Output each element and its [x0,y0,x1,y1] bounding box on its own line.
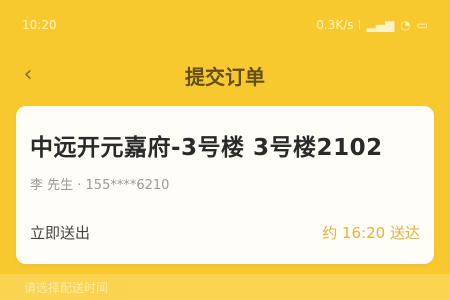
delivery-time-value[interactable]: 约 16:20 送达 [322,222,420,243]
status-time: 10:20 [22,18,57,32]
delivery-address: 中远开元嘉府-3号楼 3号楼2102 [30,135,383,161]
bottom-strip: 请选择配送时间 [0,274,450,300]
nav-bar: ‹ 提交订单 [0,55,450,95]
contact-info: 李 先生 · 155****6210 [30,178,170,193]
delivery-option-label: 立即送出 [30,224,91,242]
delivery-time-row[interactable]: 立即送出 约 16:20 送达 [30,222,420,243]
back-button[interactable]: ‹ [18,62,38,87]
page-title: 提交订单 [185,64,265,89]
status-right: 0.3K/s ▂▄▆ ◔ ▭ [316,18,428,32]
address-card[interactable]: 中远开元嘉府-3号楼 3号楼2102 李 先生 · 155****6210 立即… [16,106,434,264]
status-separator [359,20,361,30]
signal-icon: ▂▄▆ [366,18,395,32]
network-speed: 0.3K/s [316,18,354,32]
status-icons: ▂▄▆ ◔ ▭ [366,18,428,32]
status-bar: 10:20 0.3K/s ▂▄▆ ◔ ▭ [0,0,450,50]
battery-icon: ▭ [416,18,428,32]
chevron-left-icon: ‹ [23,62,33,87]
wifi-icon: ◔ [400,18,411,32]
bottom-hint: 请选择配送时间 [24,281,109,295]
